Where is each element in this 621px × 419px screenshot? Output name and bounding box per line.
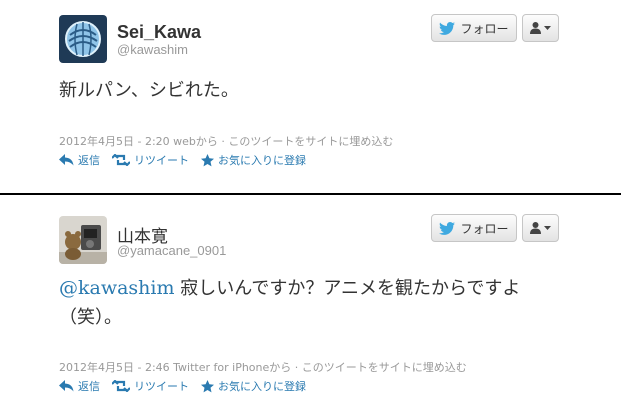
retweet-action[interactable]: リツイート bbox=[112, 152, 189, 168]
timestamp-link[interactable]: 2012年4月5日 - 2:20 bbox=[59, 135, 170, 148]
mention-link[interactable]: @kawashim bbox=[59, 277, 175, 299]
timestamp-link[interactable]: 2012年4月5日 - 2:46 bbox=[59, 361, 170, 374]
tweet-actions: 返信 リツイート お気に入りに登録 bbox=[59, 378, 306, 394]
favorite-label: お気に入りに登録 bbox=[218, 380, 306, 393]
reply-icon bbox=[59, 154, 74, 166]
follow-label: フォロー bbox=[460, 21, 509, 36]
tweet-text: @kawashim 寂しいんですか？アニメを観たからですよ （笑）。 bbox=[59, 274, 579, 332]
tweet-meta: 2012年4月5日 - 2:20 webから · このツイートをサイトに埋め込む bbox=[59, 133, 393, 149]
avatar[interactable] bbox=[59, 15, 107, 63]
retweet-label: リツイート bbox=[134, 380, 189, 393]
display-name[interactable]: Sei_Kawa bbox=[117, 22, 201, 43]
star-icon bbox=[201, 379, 214, 393]
user-icon bbox=[530, 222, 541, 234]
retweet-icon bbox=[112, 154, 130, 166]
retweet-icon bbox=[112, 380, 130, 392]
user-icon bbox=[530, 22, 541, 34]
divider bbox=[0, 193, 621, 195]
user-actions-button[interactable] bbox=[522, 214, 559, 242]
tweet-card: 山本寛 @yamacane_0901 フォロー @kawashim 寂しいんです… bbox=[0, 202, 621, 419]
caret-down-icon bbox=[544, 26, 551, 30]
tweet-source: webから bbox=[173, 135, 218, 148]
username[interactable]: @yamacane_0901 bbox=[117, 243, 226, 258]
favorite-label: お気に入りに登録 bbox=[218, 154, 306, 167]
caret-down-icon bbox=[544, 226, 551, 230]
reply-icon bbox=[59, 380, 74, 392]
tweet-text-line1: 寂しいんですか？アニメを観たからですよ bbox=[174, 278, 521, 299]
reply-action[interactable]: 返信 bbox=[59, 378, 100, 394]
tweet-meta: 2012年4月5日 - 2:46 Twitter for iPhoneから · … bbox=[59, 359, 467, 375]
favorite-action[interactable]: お気に入りに登録 bbox=[201, 152, 306, 168]
tweet-text-line2: （笑）。 bbox=[59, 307, 122, 328]
follow-button[interactable]: フォロー bbox=[431, 14, 517, 42]
reply-action[interactable]: 返信 bbox=[59, 152, 100, 168]
tweet-text: 新ルパン、シビれた。 bbox=[59, 80, 239, 101]
avatar[interactable] bbox=[59, 216, 107, 264]
embed-link[interactable]: · このツイートをサイトに埋め込む bbox=[295, 361, 467, 374]
reply-label: 返信 bbox=[78, 154, 100, 167]
user-actions-button[interactable] bbox=[522, 14, 559, 42]
retweet-label: リツイート bbox=[134, 154, 189, 167]
embed-link[interactable]: · このツイートをサイトに埋め込む bbox=[221, 135, 393, 148]
follow-label: フォロー bbox=[460, 221, 509, 236]
tweet-actions: 返信 リツイート お気に入りに登録 bbox=[59, 152, 306, 168]
retweet-action[interactable]: リツイート bbox=[112, 378, 189, 394]
twitter-bird-icon bbox=[439, 221, 456, 235]
twitter-bird-icon bbox=[439, 21, 456, 35]
reply-label: 返信 bbox=[78, 380, 100, 393]
favorite-action[interactable]: お気に入りに登録 bbox=[201, 378, 306, 394]
star-icon bbox=[201, 153, 214, 167]
follow-button[interactable]: フォロー bbox=[431, 214, 517, 242]
username[interactable]: @kawashim bbox=[117, 42, 188, 57]
tweet-card: Sei_Kawa @kawashim フォロー 新ルパン、シビれた。 2012年… bbox=[0, 0, 621, 190]
tweet-source: Twitter for iPhoneから bbox=[173, 361, 292, 374]
